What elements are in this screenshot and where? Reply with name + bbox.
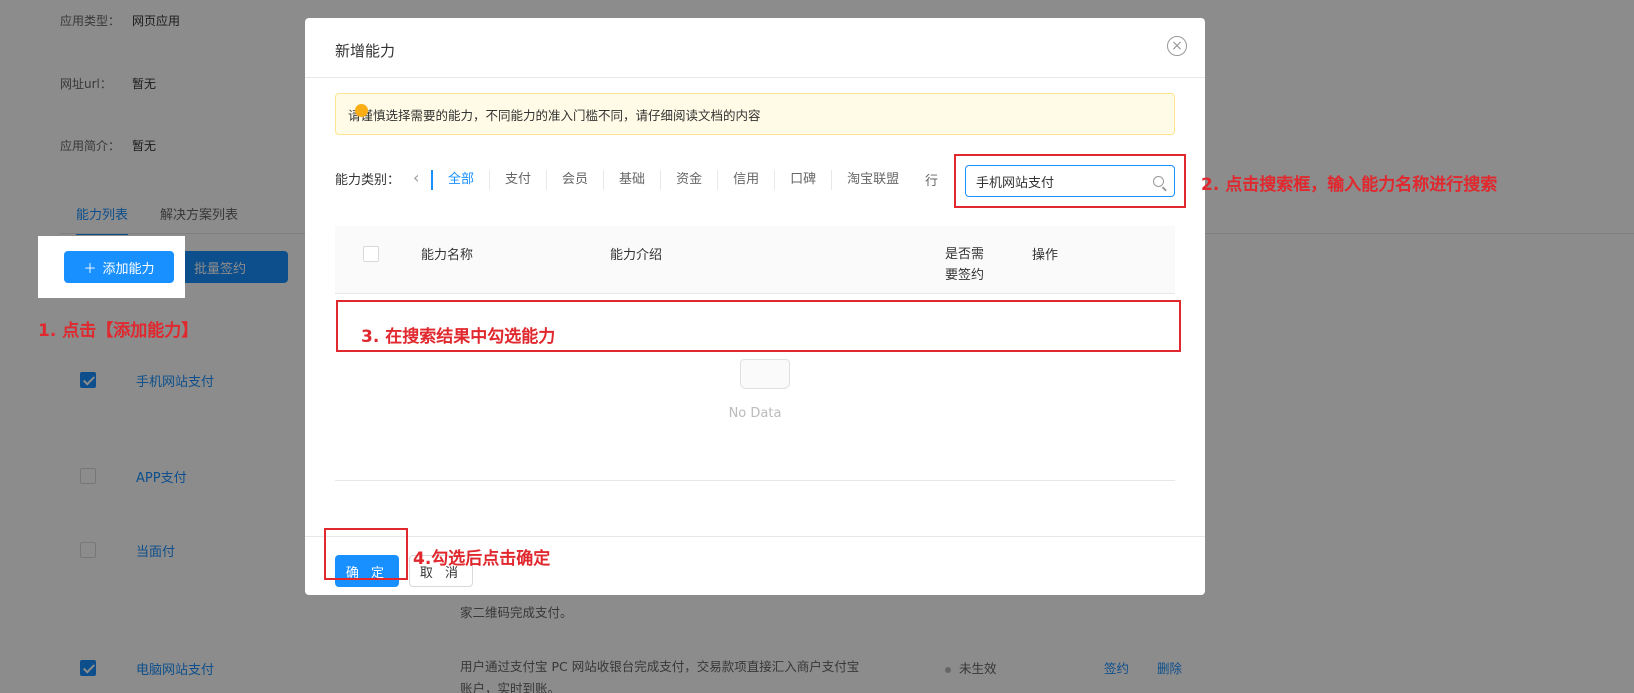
table-header: 能力名称 能力介绍 是否需要签约 操作 <box>335 226 1175 294</box>
step1-annotation: 1. 点击【添加能力】 <box>38 321 199 341</box>
category-member[interactable]: 会员 <box>546 170 603 190</box>
step4-annotation: 4.勾选后点击确定 <box>413 549 551 569</box>
empty-text: No Data <box>728 406 782 421</box>
category-taobao-union[interactable]: 淘宝联盟 <box>831 170 914 190</box>
modal-header: 新增能力 × <box>305 18 1205 78</box>
category-credit[interactable]: 信用 <box>717 170 774 190</box>
step3-annotation: 3. 在搜索结果中勾选能力 <box>361 327 556 347</box>
step2-highlight-box <box>954 154 1186 208</box>
category-all[interactable]: 全部 <box>431 170 489 190</box>
category-label: 能力类别： <box>335 173 401 188</box>
add-capability-label: 添加能力 <box>102 261 155 277</box>
add-capability-spotlight: ＋ 添加能力 <box>38 236 185 298</box>
step2-annotation: 2. 点击搜索框，输入能力名称进行搜索 <box>1201 175 1498 195</box>
header-need-sign: 是否需要签约 <box>945 247 985 283</box>
category-funds[interactable]: 资金 <box>660 170 717 190</box>
chevron-left-icon[interactable]: ‹ <box>413 168 419 187</box>
step4-highlight-box <box>324 528 408 580</box>
category-payment[interactable]: 支付 <box>489 170 546 190</box>
category-more[interactable]: 行 <box>925 170 938 189</box>
header-action: 操作 <box>1032 248 1059 263</box>
select-all-checkbox[interactable] <box>363 246 379 262</box>
category-tabs: 全部 支付 会员 基础 资金 信用 口碑 淘宝联盟 <box>431 166 914 194</box>
header-name: 能力名称 <box>421 248 474 263</box>
close-icon[interactable]: × <box>1167 36 1187 56</box>
warning-icon <box>355 104 368 117</box>
header-intro: 能力介绍 <box>610 248 663 263</box>
add-capability-button[interactable]: ＋ 添加能力 <box>64 251 174 283</box>
empty-box-icon <box>740 359 790 389</box>
warning-alert: 请谨慎选择需要的能力，不同能力的准入门槛不同，请仔细阅读文档的内容 <box>335 93 1175 135</box>
modal-title: 新增能力 <box>335 42 396 60</box>
alert-text: 请谨慎选择需要的能力，不同能力的准入门槛不同，请仔细阅读文档的内容 <box>348 107 761 123</box>
category-koubei[interactable]: 口碑 <box>774 170 831 190</box>
category-basic[interactable]: 基础 <box>603 170 660 190</box>
plus-icon: ＋ <box>83 261 97 277</box>
